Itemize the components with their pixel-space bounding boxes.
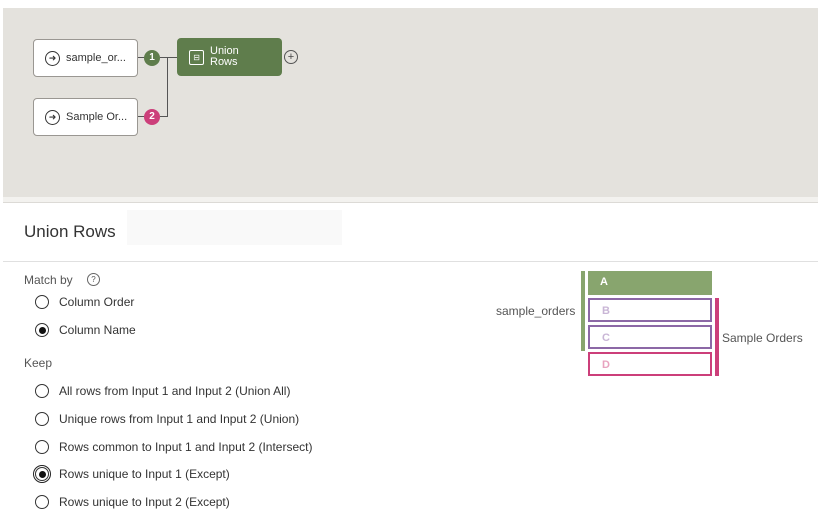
radio-indicator bbox=[35, 384, 49, 398]
diagram-block-a: A bbox=[588, 271, 712, 295]
radio-intersect[interactable]: Rows common to Input 1 and Input 2 (Inte… bbox=[35, 440, 312, 454]
radio-indicator bbox=[35, 295, 49, 309]
radio-indicator bbox=[35, 323, 49, 337]
diagram-input2-label: Sample Orders bbox=[722, 331, 803, 345]
add-circle-icon[interactable]: + bbox=[284, 50, 298, 64]
radio-label: Rows unique to Input 2 (Except) bbox=[59, 495, 230, 509]
radio-indicator bbox=[35, 495, 49, 509]
radio-indicator bbox=[35, 412, 49, 426]
top-bar bbox=[0, 0, 818, 8]
input-node-sample-orders[interactable]: ➜ sample_or... bbox=[33, 39, 138, 77]
match-by-label: Match by bbox=[24, 273, 73, 287]
input2-bracket bbox=[715, 298, 719, 376]
input-badge-2: 2 bbox=[144, 109, 160, 125]
radio-indicator bbox=[33, 465, 51, 483]
keep-label: Keep bbox=[24, 356, 53, 370]
union-node-label-line2: Rows bbox=[210, 56, 238, 68]
diagram-input1-label: sample_orders bbox=[496, 304, 576, 318]
panel-divider bbox=[3, 261, 818, 262]
panel-title: Union Rows bbox=[24, 222, 116, 241]
radio-label: Column Name bbox=[59, 323, 136, 337]
input-badge-1: 1 bbox=[144, 50, 160, 66]
connector-line bbox=[160, 57, 177, 58]
diagram-block-b: B bbox=[588, 298, 712, 322]
radio-label: Column Order bbox=[59, 295, 135, 309]
union-rows-node[interactable]: ⊟ Union Rows bbox=[177, 38, 282, 76]
arrow-circle-icon: ➜ bbox=[45, 109, 60, 125]
input-node-label: Sample Or... bbox=[66, 111, 128, 123]
help-icon[interactable]: ? bbox=[87, 273, 100, 286]
radio-union[interactable]: Unique rows from Input 1 and Input 2 (Un… bbox=[35, 412, 299, 426]
radio-label: Unique rows from Input 1 and Input 2 (Un… bbox=[59, 412, 300, 426]
input-node-label: sample_or... bbox=[66, 52, 126, 64]
radio-indicator bbox=[35, 440, 49, 454]
radio-union-all[interactable]: All rows from Input 1 and Input 2 (Union… bbox=[35, 384, 290, 398]
title-toolbar-area bbox=[127, 210, 342, 245]
radio-column-order[interactable]: Column Order bbox=[35, 295, 134, 309]
diagram-block-c: C bbox=[588, 325, 712, 349]
panel-resize-handle[interactable] bbox=[3, 197, 818, 203]
input1-bracket bbox=[581, 271, 585, 351]
radio-label: Rows common to Input 1 and Input 2 (Inte… bbox=[59, 440, 313, 454]
connector-line bbox=[167, 57, 168, 117]
radio-label: Rows unique to Input 1 (Except) bbox=[59, 467, 230, 481]
radio-except-input1[interactable]: Rows unique to Input 1 (Except) bbox=[33, 465, 230, 483]
radio-label: All rows from Input 1 and Input 2 (Union… bbox=[59, 384, 291, 398]
union-icon: ⊟ bbox=[189, 49, 204, 65]
diagram-block-d: D bbox=[588, 352, 712, 376]
arrow-circle-icon: ➜ bbox=[45, 50, 60, 66]
input-node-sample-orders-2[interactable]: ➜ Sample Or... bbox=[33, 98, 138, 136]
radio-column-name[interactable]: Column Name bbox=[35, 323, 136, 337]
radio-except-input2[interactable]: Rows unique to Input 2 (Except) bbox=[35, 495, 230, 509]
